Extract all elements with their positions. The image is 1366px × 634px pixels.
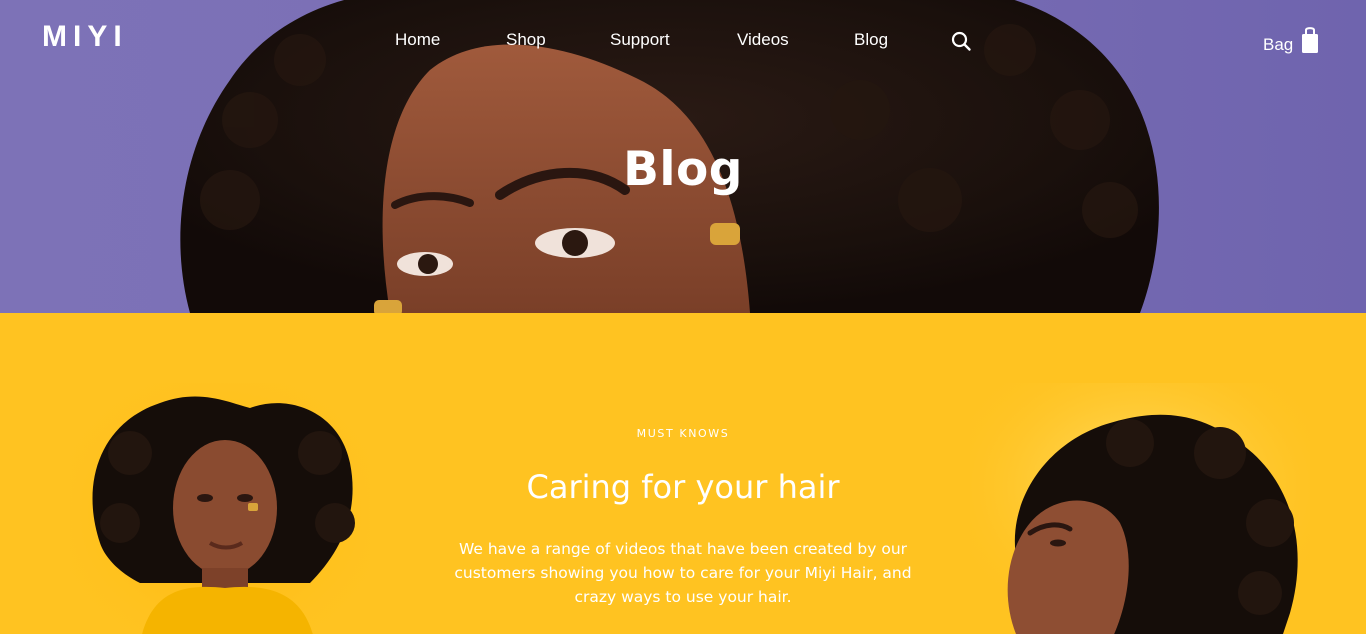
section-description: We have a range of videos that have been… <box>454 540 912 606</box>
nav-item-support[interactable]: Support <box>610 30 670 50</box>
left-portrait-image <box>70 383 370 634</box>
nav-item-shop[interactable]: Shop <box>506 30 546 50</box>
main-nav: Home Shop Support Videos Blog <box>0 30 1366 54</box>
hair-care-feature: MUST KNOWS Caring for your hair We have … <box>0 313 1366 634</box>
search-icon[interactable] <box>950 30 972 52</box>
bag-label: Bag <box>1263 35 1294 54</box>
page-title: Blog <box>623 142 743 197</box>
hero-banner: MIYI Home Shop Support Videos Blog Bag B… <box>0 0 1366 313</box>
nav-item-videos[interactable]: Videos <box>737 30 789 50</box>
nav-item-home[interactable]: Home <box>395 30 440 50</box>
section-eyebrow: MUST KNOWS <box>636 427 730 440</box>
shopping-bag-icon <box>1302 27 1318 53</box>
nav-item-blog[interactable]: Blog <box>854 30 888 50</box>
right-portrait-image <box>970 383 1310 634</box>
section-heading: Caring for your hair <box>526 468 840 506</box>
